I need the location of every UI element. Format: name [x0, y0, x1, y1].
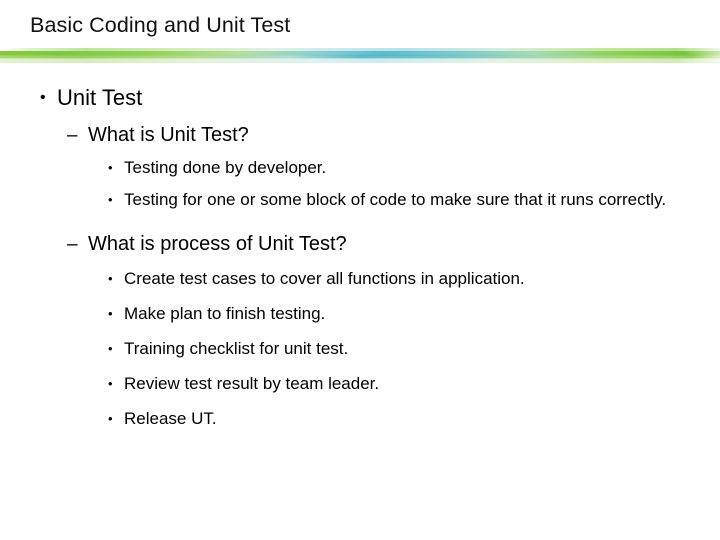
slide-title-area: Basic Coding and Unit Test [0, 0, 720, 48]
bullet-marker-level3: • [108, 306, 113, 321]
outline-section-heading-2: – What is process of Unit Test? [67, 231, 720, 258]
list-item: • Make plan to finish testing. [108, 303, 674, 325]
list-item: • Training checklist for unit test. [108, 338, 674, 360]
section-1-items: • Testing done by developer. • Testing f… [0, 157, 720, 211]
list-item: • Review test result by team leader. [108, 373, 674, 395]
bullet-marker-level3: • [108, 341, 113, 356]
section-2-items: • Create test cases to cover all functio… [0, 268, 720, 430]
list-item: • Testing for one or some block of code … [108, 189, 674, 211]
list-item-label: Create test cases to cover all functions… [124, 269, 525, 288]
list-item: • Release UT. [108, 408, 674, 430]
bullet-marker-level3: • [108, 271, 113, 286]
page-title: Basic Coding and Unit Test [30, 13, 291, 37]
list-item-label: Testing done by developer. [124, 158, 327, 177]
divider-band-bottom [0, 58, 720, 63]
outline-section-heading-1: – What is Unit Test? [67, 122, 720, 149]
outline-level1-label: Unit Test [57, 85, 143, 110]
gradient-divider [0, 48, 720, 65]
bullet-marker-level3: • [108, 160, 113, 175]
dash-marker-section-1: – [67, 125, 78, 146]
section-heading-label-2: What is process of Unit Test? [88, 233, 347, 255]
list-item-label: Training checklist for unit test. [124, 339, 349, 358]
slide-body: • Unit Test – What is Unit Test? • Testi… [0, 65, 720, 430]
list-item-label: Make plan to finish testing. [124, 304, 326, 323]
slide: Basic Coding and Unit Test • Unit Test –… [0, 0, 720, 540]
bullet-marker-level3: • [108, 411, 113, 426]
dash-marker-section-2: – [67, 234, 78, 255]
list-item: • Create test cases to cover all functio… [108, 268, 674, 290]
list-item-label: Review test result by team leader. [124, 374, 380, 393]
list-item-label: Testing for one or some block of code to… [124, 190, 667, 209]
bullet-marker-level3: • [108, 192, 113, 207]
list-item: • Testing done by developer. [108, 157, 674, 179]
list-item-label: Release UT. [124, 409, 217, 428]
bullet-marker-level1: • [40, 89, 46, 106]
outline-level1-item: • Unit Test [40, 84, 720, 112]
bullet-marker-level3: • [108, 376, 113, 391]
section-heading-label-1: What is Unit Test? [88, 124, 249, 146]
